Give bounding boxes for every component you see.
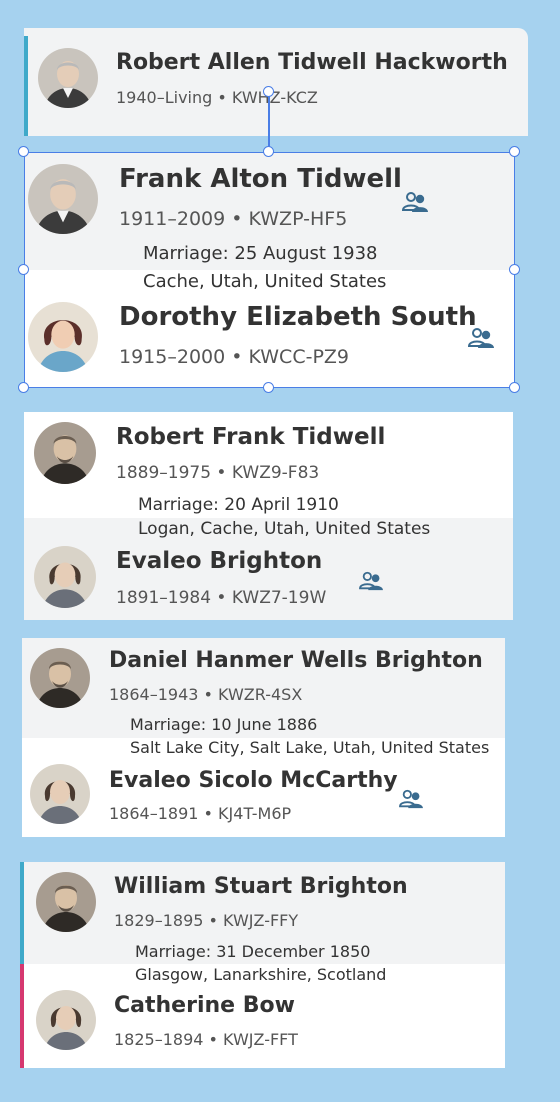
relationship-icon[interactable] [400, 190, 430, 214]
resize-handle-nw[interactable] [18, 146, 29, 157]
husband-name[interactable]: Robert Frank Tidwell [116, 424, 385, 450]
marriage-date: Marriage: 25 August 1938 [143, 243, 378, 264]
wife-name[interactable]: Evaleo Brighton [116, 548, 322, 574]
male-stripe [24, 36, 28, 136]
wife-lifespan-id: 1825–1894 • KWJZ-FFT [114, 1030, 298, 1049]
wife-lifespan-id: 1891–1984 • KWZ7-19W [116, 588, 327, 608]
wife-name[interactable]: Dorothy Elizabeth South [119, 302, 477, 332]
wife-avatar[interactable] [28, 302, 98, 372]
husband-name[interactable]: Frank Alton Tidwell [119, 164, 402, 194]
wife-name[interactable]: Catherine Bow [114, 993, 295, 1018]
husband-name[interactable]: Daniel Hanmer Wells Brighton [109, 648, 483, 673]
relationship-icon[interactable] [466, 326, 496, 350]
husband-avatar[interactable] [30, 648, 90, 708]
selection-connector [268, 92, 270, 152]
resize-handle-s[interactable] [263, 382, 274, 393]
person-lifespan-id: 1940–Living • KWHZ-KCZ [116, 88, 318, 107]
husband-lifespan-id: 1911–2009 • KWZP-HF5 [119, 208, 348, 230]
marriage-date: Marriage: 31 December 1850 [135, 942, 371, 961]
resize-handle-ne[interactable] [509, 146, 520, 157]
husband-lifespan-id: 1889–1975 • KWZ9-F83 [116, 463, 320, 483]
person-card-robert-allen[interactable]: Robert Allen Tidwell Hackworth 1940–Livi… [18, 28, 528, 136]
resize-handle-e[interactable] [509, 264, 520, 275]
marriage-place: Salt Lake City, Salt Lake, Utah, United … [130, 738, 490, 757]
resize-handle-sw[interactable] [18, 382, 29, 393]
marriage-place: Cache, Utah, United States [143, 271, 387, 292]
couple-card-william-catherine[interactable]: William Stuart Brighton 1829–1895 • KWJZ… [18, 862, 505, 1068]
female-stripe [20, 964, 24, 1068]
relationship-icon[interactable] [397, 788, 425, 810]
marriage-date: Marriage: 20 April 1910 [138, 495, 339, 515]
marriage-date: Marriage: 10 June 1886 [130, 715, 318, 734]
husband-avatar[interactable] [34, 422, 96, 484]
husband-avatar[interactable] [36, 872, 96, 932]
husband-name[interactable]: William Stuart Brighton [114, 874, 408, 899]
resize-handle-w[interactable] [18, 264, 29, 275]
resize-handle-se[interactable] [509, 382, 520, 393]
relationship-icon[interactable] [357, 570, 385, 592]
wife-name[interactable]: Evaleo Sicolo McCarthy [109, 768, 398, 793]
husband-lifespan-id: 1864–1943 • KWZR-4SX [109, 685, 303, 704]
marriage-place: Logan, Cache, Utah, United States [138, 519, 431, 539]
resize-handle-n[interactable] [263, 146, 274, 157]
couple-card-robert-evaleo[interactable]: Robert Frank Tidwell 1889–1975 • KWZ9-F8… [24, 412, 513, 620]
wife-avatar[interactable] [34, 546, 96, 608]
rotate-handle[interactable] [263, 86, 274, 97]
couple-card-daniel-evaleo[interactable]: Daniel Hanmer Wells Brighton 1864–1943 •… [22, 638, 505, 837]
couple-card-frank-dorothy[interactable]: Frank Alton Tidwell 1911–2009 • KWZP-HF5… [24, 152, 515, 388]
wife-lifespan-id: 1915–2000 • KWCC-PZ9 [119, 346, 350, 368]
husband-lifespan-id: 1829–1895 • KWJZ-FFY [114, 911, 299, 930]
person-name[interactable]: Robert Allen Tidwell Hackworth [116, 50, 508, 75]
wife-avatar[interactable] [30, 764, 90, 824]
wife-lifespan-id: 1864–1891 • KJ4T-M6P [109, 804, 292, 823]
marriage-place: Glasgow, Lanarkshire, Scotland [135, 965, 387, 984]
male-stripe [20, 862, 24, 964]
card-background [24, 28, 528, 136]
husband-avatar[interactable] [28, 164, 98, 234]
wife-avatar[interactable] [36, 990, 96, 1050]
avatar[interactable] [38, 48, 98, 108]
